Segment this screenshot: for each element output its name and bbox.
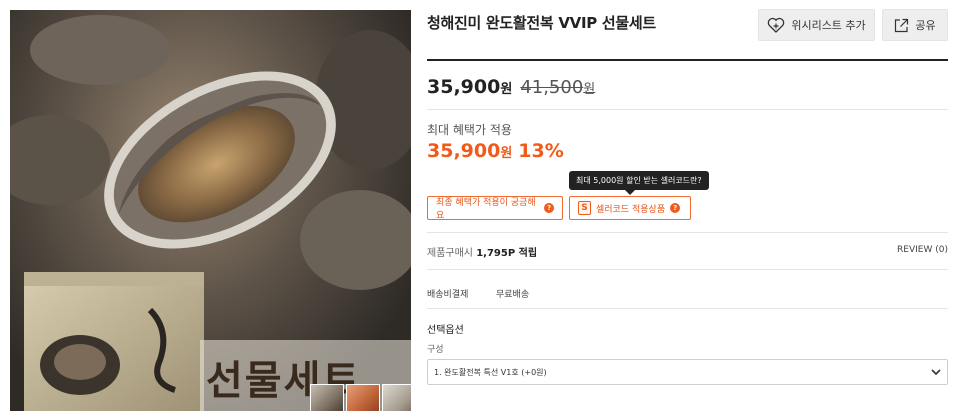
divider [427, 308, 948, 309]
help-icon: ? [544, 203, 554, 213]
discount-percent: 13% [518, 140, 564, 162]
thumbnail-strip [310, 384, 411, 411]
divider [427, 232, 948, 233]
benefit-info-label: 최종 혜택가 적용이 궁금해요 [436, 198, 536, 221]
external-share-icon [895, 18, 909, 32]
option-subtitle: 구성 [427, 345, 444, 355]
product-title: 청해진미 완도활전복 VVIP 선물세트 [427, 14, 656, 32]
seller-code-chip[interactable]: S 셀러코드 적용상품 ? [569, 196, 691, 220]
divider [427, 269, 948, 270]
heart-plus-icon [768, 17, 785, 33]
benefit-price: 35,900원 [427, 140, 513, 162]
product-main-image: 선물세트 [10, 10, 411, 411]
wishlist-label: 위시리스트 추가 [791, 19, 866, 32]
shipping-label: 배송비결제 [427, 290, 469, 300]
option-title: 선택옵션 [427, 325, 464, 336]
chevron-down-icon [931, 368, 941, 375]
option-select[interactable]: 1. 완도활전복 특선 V1호 (+0원) [427, 359, 948, 385]
points-value: 1,795P 적립 [476, 248, 538, 259]
divider [427, 109, 948, 110]
help-icon: ? [670, 203, 681, 213]
points-info: 제품구매시 1,795P 적립 [427, 248, 538, 259]
option-selected-value: 1. 완도활전복 특선 V1호 (+0원) [434, 367, 547, 377]
review-link[interactable]: REVIEW (0) [897, 245, 948, 255]
wishlist-button[interactable]: 위시리스트 추가 [758, 9, 875, 41]
share-label: 공유 [915, 19, 936, 32]
thumbnail-1[interactable] [310, 384, 344, 411]
share-button[interactable]: 공유 [882, 9, 948, 41]
sale-price: 35,900원 [427, 76, 513, 98]
seller-code-tooltip: 최대 5,000원 할인 받는 셀러코드란? [569, 171, 709, 195]
product-info-panel: 청해진미 완도활전복 VVIP 선물세트 위시리스트 추가 공유 35,900원… [427, 0, 948, 411]
thumbnail-2[interactable] [346, 384, 380, 411]
benefit-info-chip[interactable]: 최종 혜택가 적용이 궁금해요 ? [427, 196, 563, 221]
benefit-row: 35,900원 13% [427, 140, 564, 162]
title-divider [427, 59, 948, 61]
seller-code-badge-icon: S [578, 201, 591, 215]
benefit-label: 최대 혜택가 적용 [427, 123, 512, 137]
thumbnail-3[interactable] [382, 384, 411, 411]
shipping-value: 무료배송 [496, 290, 530, 300]
original-price: 41,500원 [520, 77, 596, 98]
seller-code-label: 셀러코드 적용상품 [596, 204, 666, 215]
price-row: 35,900원 41,500원 [427, 76, 595, 98]
